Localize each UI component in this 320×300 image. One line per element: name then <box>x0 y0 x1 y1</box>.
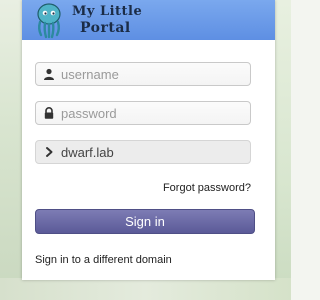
logo-title-line2: Portal <box>80 20 131 36</box>
sign-in-button[interactable]: Sign in <box>35 209 255 234</box>
background-bottom <box>0 278 291 300</box>
octopus-mascot-icon <box>37 3 61 39</box>
lock-icon <box>44 107 54 119</box>
username-input[interactable] <box>61 64 246 84</box>
portal-logo: My Little Portal <box>30 1 150 39</box>
domain-value: dwarf.lab <box>61 145 114 160</box>
logo-title-line1: My Little <box>72 4 143 19</box>
chevron-right-icon <box>46 147 53 157</box>
password-input[interactable] <box>61 103 246 123</box>
domain-selector[interactable]: dwarf.lab <box>35 140 251 164</box>
login-header: My Little Portal <box>22 0 275 40</box>
background-left <box>0 0 22 300</box>
forgot-password-link[interactable]: Forgot password? <box>163 182 251 194</box>
user-icon <box>44 68 54 80</box>
login-panel: My Little Portal dwarf.lab Forgot passwo… <box>22 0 275 280</box>
password-field[interactable] <box>35 101 251 125</box>
different-domain-link[interactable]: Sign in to a different domain <box>35 254 172 266</box>
background-right <box>275 0 291 300</box>
username-field[interactable] <box>35 62 251 86</box>
